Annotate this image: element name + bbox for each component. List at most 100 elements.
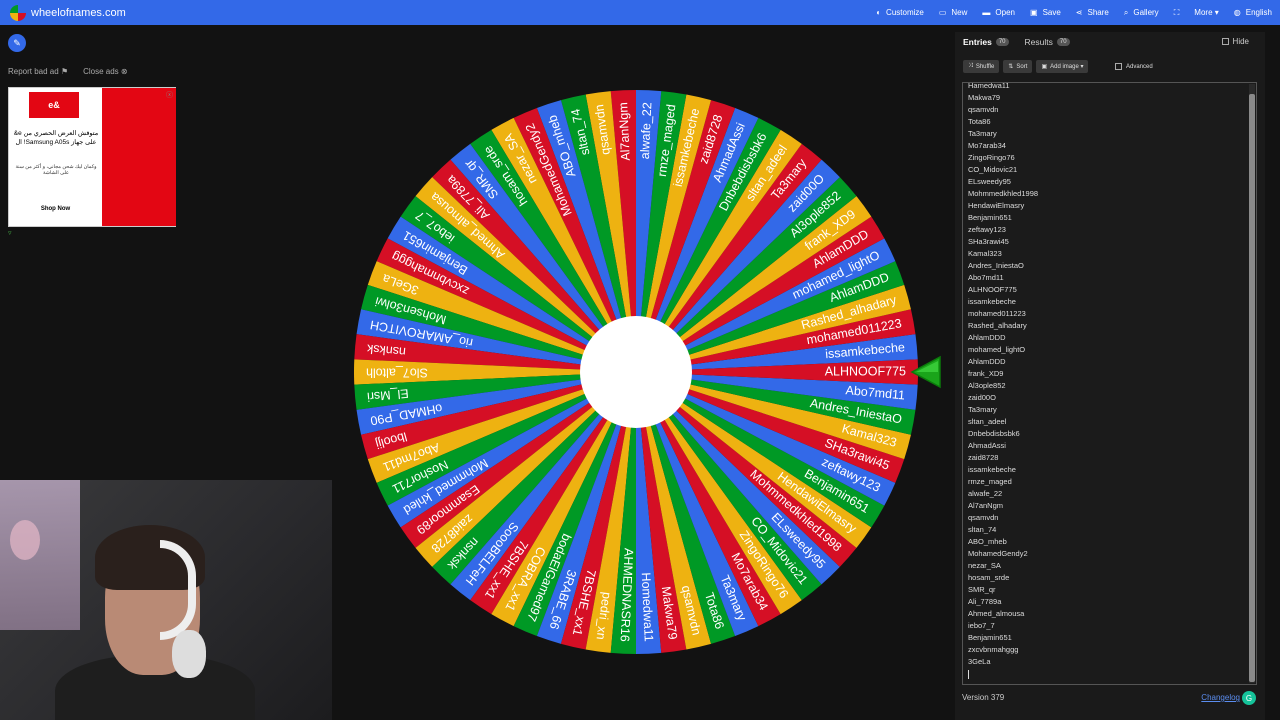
entry-line: zxcvbnmahggg — [968, 645, 1019, 654]
entry-line: Dnbebdisbsbk6 — [968, 429, 1020, 438]
wheel-center[interactable] — [580, 316, 692, 428]
entry-line: AhmadAssi — [968, 441, 1006, 450]
entry-line: SMR_qr — [968, 585, 996, 594]
wheel-slice-label: ALHNOOF775 — [825, 364, 906, 378]
webcam-background-light — [10, 520, 40, 560]
advanced-checkbox[interactable] — [1115, 63, 1122, 70]
ad-small-text: وكمان ليك شحن مجاني، و أكثر من سنة على ا… — [15, 164, 97, 176]
panel-tabs: Entries 70 Results 70 — [963, 37, 1070, 47]
entry-line: Al7anNgm — [968, 501, 1004, 510]
ad-choices-icon[interactable]: ▿ — [8, 229, 12, 237]
edit-pencil-button[interactable]: ✎ — [8, 34, 26, 52]
menu-item-label: English — [1245, 8, 1272, 17]
hide-checkbox[interactable] — [1221, 38, 1229, 45]
entry-line: zaid8728 — [968, 453, 999, 462]
close-ads-link[interactable]: Close ads ⊗ — [83, 67, 128, 76]
entry-line: MohamedGendy2 — [968, 549, 1028, 558]
ad-links: Report bad ad ⚑ Close ads ⊗ — [8, 67, 128, 76]
menu-item-new[interactable]: ▭ New — [939, 8, 968, 17]
entry-line: ZingoRingo76 — [968, 153, 1015, 162]
menu-item-label: Gallery — [1133, 8, 1159, 17]
ad-close-icon[interactable]: ⓧ — [166, 90, 173, 100]
close-circle-icon: ⊗ — [120, 67, 128, 76]
advanced-toggle[interactable]: Advanced — [1115, 60, 1153, 73]
wheel-slice-label: Slo7_altolh — [366, 366, 428, 380]
entry-line: CO_Midovic21 — [968, 165, 1018, 174]
entry-line: Tota86 — [968, 117, 991, 126]
entry-line: nezar_SA — [968, 561, 1001, 570]
menu-item-share[interactable]: ⋖ Share — [1076, 8, 1109, 17]
entry-line: Ta3mary — [968, 129, 997, 138]
entry-line: iebo7_7 — [968, 621, 995, 630]
menu-item-english[interactable]: ◍ English — [1234, 8, 1272, 17]
menu-item-customize[interactable]: ◐ Customize — [876, 8, 924, 17]
entry-actions: ⤨ Shuffle ⇅ Sort ▣ Add image ▾ — [963, 60, 1089, 73]
menu-item-open[interactable]: ▬ Open — [982, 8, 1015, 17]
entry-line: Makwa79 — [968, 93, 1001, 102]
menu-item-more[interactable]: More ▾ — [1194, 8, 1218, 17]
entry-line: Mo7arab34 — [968, 141, 1006, 150]
wheel[interactable]: issamkebechemohamed011223Rashed_alhadary… — [350, 86, 930, 666]
tab-label: Entries — [963, 37, 992, 47]
wheel-pointer-arrow-icon — [910, 355, 941, 389]
sort-button[interactable]: ⇅ Sort — [1003, 60, 1033, 73]
changelog-link[interactable]: Changelog — [1201, 693, 1240, 702]
entry-line: qsamvdn — [968, 105, 999, 114]
wheel-logo-icon[interactable] — [10, 4, 26, 21]
image-icon: ▣ — [1041, 64, 1048, 70]
ad-text: متوفش العرض الحصري من e& على جهاز Samsun… — [13, 130, 99, 146]
menu-item-fullscreen[interactable]: ⛶ — [1174, 8, 1180, 18]
entry-line: zaid00O — [968, 393, 996, 402]
entry-line: Ahmed_almousa — [968, 609, 1025, 618]
save-icon: ▣ — [1030, 8, 1038, 17]
entry-line: Rashed_alhadary — [968, 321, 1027, 330]
entries-textarea[interactable]: Hamedwa11 Makwa79 qsamvdn Tota86 Ta3mary Mo7a… — [962, 82, 1257, 685]
ad-shop-now-button[interactable]: Shop Now — [9, 206, 102, 212]
headphones-cup — [172, 630, 206, 678]
entry-line: HendawiElmasry — [968, 201, 1025, 210]
entries-list: Hamedwa11 Makwa79 qsamvdn Tota86 Ta3mary Mo7a… — [968, 82, 1038, 679]
folder-icon: ▬ — [982, 8, 991, 17]
entry-line: Hamedwa11 — [968, 82, 1010, 90]
entry-line: frank_XD9 — [968, 369, 1004, 378]
entries-scrollbar[interactable] — [1249, 84, 1255, 683]
menu-item-gallery[interactable]: ⌕ Gallery — [1124, 8, 1159, 18]
entry-line: Abo7md11 — [968, 273, 1004, 282]
scrollbar-thumb[interactable] — [1249, 94, 1255, 682]
entry-line: SHa3rawi45 — [968, 237, 1009, 246]
menu-item-label: Open — [995, 8, 1015, 17]
entry-line: zeftawy123 — [968, 225, 1006, 234]
menu-item-save[interactable]: ▣ Save — [1030, 8, 1061, 17]
shuffle-button[interactable]: ⤨ Shuffle — [963, 60, 1000, 73]
entry-line: qsamvdn — [968, 513, 999, 522]
entries-panel: Entries 70 Results 70 Hide ⤨ Shuffle ⇅ Sort ▣ Ad… — [955, 32, 1265, 720]
top-bar: wheelofnames.com ◐ Customize ▭ New ▬ Open ▣ Sav… — [0, 0, 1280, 25]
tab-count-badge: 70 — [1056, 38, 1070, 46]
entry-line: 3GeLa — [968, 657, 991, 666]
entry-line: ABO_mheb — [968, 537, 1007, 546]
entry-line: Andres_IniestaO — [968, 261, 1024, 270]
entry-line: sltan_74 — [968, 525, 997, 534]
tab-entries[interactable]: Entries 70 — [963, 37, 1009, 47]
search-icon: ⌕ — [1123, 7, 1129, 17]
entry-line: issamkebeche — [968, 465, 1016, 474]
sort-icon: ⇅ — [1008, 64, 1014, 70]
report-bad-ad-link[interactable]: Report bad ad ⚑ — [8, 67, 68, 76]
hide-toggle[interactable]: Hide — [1221, 37, 1249, 46]
ad-content: e& متوفش العرض الحصري من e& على جهاز Sam… — [9, 88, 102, 226]
entry-line: sltan_adeel — [968, 417, 1007, 426]
advertisement[interactable]: e& متوفش العرض الحصري من e& على جهاز Sam… — [8, 87, 176, 227]
menu-item-label: New — [951, 8, 968, 17]
image-button[interactable]: ▣ Add image ▾ — [1036, 60, 1089, 73]
entry-line: hosam_srde — [968, 573, 1010, 582]
flag-icon: ⚑ — [60, 67, 69, 76]
menu-item-label: More ▾ — [1194, 8, 1219, 17]
grammarly-icon[interactable]: G — [1242, 691, 1256, 705]
webcam-background-light — [0, 480, 80, 630]
globe-icon: ◍ — [1233, 8, 1241, 17]
entry-line: ALHNOOF775 — [968, 285, 1017, 294]
tab-results[interactable]: Results 70 — [1025, 37, 1070, 47]
site-name[interactable]: wheelofnames.com — [31, 7, 126, 19]
top-menu: ◐ Customize ▭ New ▬ Open ▣ Save ⋖ Share ⌕ Gallery ⛶ M… — [861, 0, 1272, 25]
entry-line: alwafe_22 — [968, 489, 1003, 498]
